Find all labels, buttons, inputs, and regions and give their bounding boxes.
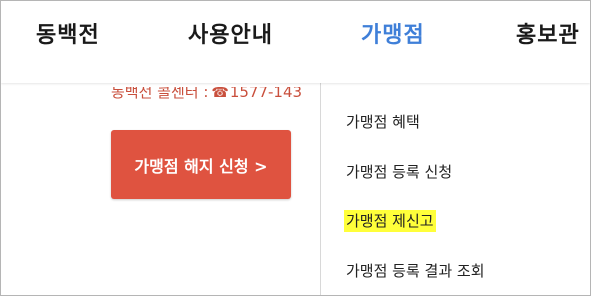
- callcenter-info: 동백전 콜센터 : ☎1577-143: [111, 83, 303, 103]
- submenu-item-registration-result[interactable]: 가맹점 등록 결과 조회: [346, 261, 485, 281]
- nav-item-dongbaekjeon[interactable]: 동백전: [36, 17, 100, 49]
- merchant-submenu: 가맹점 혜택 가맹점 등록 신청 가맹점 제신고 가맹점 등록 결과 조회: [320, 83, 590, 295]
- top-navigation: 동백전 사용안내 가맹점 홍보관: [1, 1, 590, 83]
- submenu-item-label: 가맹점 등록 결과 조회: [346, 262, 485, 280]
- submenu-item-registration[interactable]: 가맹점 등록 신청: [346, 162, 452, 182]
- callcenter-label: 동백전 콜센터 :: [111, 83, 209, 101]
- page-content: 동백전 콜센터 : ☎1577-143 가맹점 해지 신청 >: [1, 83, 321, 295]
- submenu-item-change-report[interactable]: 가맹점 제신고: [344, 210, 436, 232]
- nav-item-merchants[interactable]: 가맹점: [361, 17, 425, 49]
- submenu-item-benefits[interactable]: 가맹점 혜택: [346, 112, 420, 132]
- submenu-item-label: 가맹점 혜택: [346, 113, 420, 131]
- merchant-cancel-button[interactable]: 가맹점 해지 신청 >: [111, 130, 291, 199]
- submenu-item-label: 가맹점 등록 신청: [346, 163, 453, 181]
- merchant-cancel-button-label: 가맹점 해지 신청 >: [134, 156, 268, 176]
- nav-item-usage-guide[interactable]: 사용안내: [188, 17, 273, 49]
- submenu-item-label: 가맹점 제신고: [344, 210, 436, 232]
- screenshot-frame: 동백전 사용안내 가맹점 홍보관 동백전 콜센터 : ☎1577-143 가맹점 …: [0, 0, 591, 296]
- nav-item-promotion[interactable]: 홍보관: [516, 17, 580, 49]
- phone-icon: ☎: [211, 85, 229, 101]
- callcenter-number: 1577-143: [229, 83, 303, 101]
